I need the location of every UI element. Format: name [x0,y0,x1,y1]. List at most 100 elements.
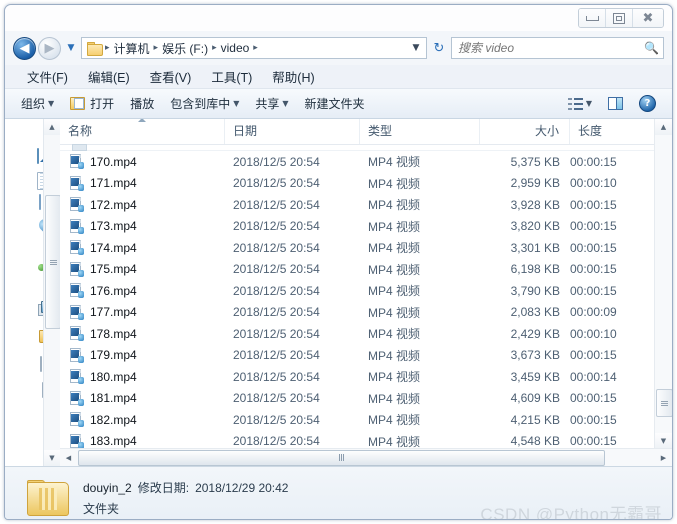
history-dropdown-button[interactable]: ▼ [65,43,77,53]
disk-drive-icon[interactable] [40,356,42,372]
table-row[interactable]: 180.mp4 2018/12/5 20:54 MP4 视频 3,459 KB 00:0… [60,366,672,388]
play-button[interactable]: 播放 [122,92,162,115]
close-button[interactable]: ✖ [633,9,663,27]
file-size-cell: 3,459 KB [510,369,560,384]
file-name-cell[interactable]: 177.mp4 [60,304,225,320]
navigation-bar: ◀ ▶ ▼ ▸ 计算机 ▸ 娱乐 (F:) ▸ video ▸ ▼ ↻ 🔍 [5,31,672,65]
share-button[interactable]: 共享 ▼ [247,92,296,115]
column-header-size[interactable]: 大小 [480,119,570,144]
navigation-pane[interactable]: ▲ ▼ [5,119,60,466]
file-type-cell: MP4 视频 [368,391,421,406]
address-bar[interactable]: ▸ 计算机 ▸ 娱乐 (F:) ▸ video ▸ ▼ [81,37,427,59]
search-input[interactable] [456,40,645,56]
table-row[interactable]: 173.mp4 2018/12/5 20:54 MP4 视频 3,820 KB 00:0… [60,216,672,238]
breadcrumb-item-computer[interactable]: 计算机 [111,40,153,57]
table-row[interactable]: 179.mp4 2018/12/5 20:54 MP4 视频 3,673 KB 00:0… [60,345,672,367]
table-row[interactable]: 183.mp4 2018/12/5 20:54 MP4 视频 4,548 KB 00:0… [60,431,672,450]
breadcrumb-item-video[interactable]: video [218,41,253,55]
mp4-file-icon [70,240,84,256]
file-name-cell[interactable]: 179.mp4 [60,347,225,363]
address-dropdown-button[interactable]: ▼ [408,43,424,53]
column-header-length[interactable]: 长度 [570,119,645,144]
change-view-button[interactable]: ▼ [560,95,600,113]
mp4-file-icon [70,154,84,170]
file-rows-container[interactable]: 170.mp4 2018/12/5 20:54 MP4 视频 5,375 KB 00:0… [60,144,672,449]
file-name-cell[interactable]: 178.mp4 [60,326,225,342]
navpane-vertical-scrollbar[interactable]: ▲ ▼ [43,119,60,466]
list-scroll-left-button[interactable]: ◀ [60,449,77,466]
list-vertical-scrollbar[interactable]: ▲ ▼ [654,119,672,449]
table-row[interactable]: 182.mp4 2018/12/5 20:54 MP4 视频 4,215 KB 00:0… [60,409,672,431]
include-in-library-button[interactable]: 包含到库中 ▼ [162,92,247,115]
menu-item-edit[interactable]: 编辑(E) [78,65,140,88]
table-row[interactable]: 172.mp4 2018/12/5 20:54 MP4 视频 3,928 KB 00:0… [60,194,672,216]
open-folder-icon [70,97,86,110]
column-header-row: 名称 日期 类型 大小 长度 [60,119,672,145]
file-name-cell[interactable]: 175.mp4 [60,261,225,277]
preview-pane-icon [608,97,623,110]
table-row[interactable]: 174.mp4 2018/12/5 20:54 MP4 视频 3,301 KB 00:0… [60,237,672,259]
navpane-scroll-down-button[interactable]: ▼ [44,450,60,466]
pictures-icon[interactable] [37,148,39,164]
file-size-cell: 3,301 KB [510,240,560,255]
column-header-name[interactable]: 名称 [60,119,225,144]
maximize-button[interactable] [606,9,633,27]
help-button[interactable]: ? [631,92,664,115]
file-date-cell: 2018/12/5 20:54 [233,391,320,406]
file-name-cell[interactable]: 183.mp4 [60,433,225,449]
close-icon: ✖ [642,10,654,26]
window-icon[interactable] [39,194,41,210]
file-type-cell: MP4 视频 [368,305,421,320]
file-name-cell[interactable]: 172.mp4 [60,197,225,213]
list-scroll-up-button[interactable]: ▲ [655,119,672,135]
minimize-button[interactable] [579,9,606,27]
menu-item-help[interactable]: 帮助(H) [262,65,324,88]
explorer-window: ✖ ◀ ▶ ▼ ▸ 计算机 ▸ 娱乐 (F:) ▸ video ▸ ▼ ↻ 搜索… [4,4,673,520]
navpane-scroll-up-button[interactable]: ▲ [44,119,60,135]
column-header-date-label: 日期 [233,124,258,138]
menu-item-view[interactable]: 查看(V) [140,65,202,88]
search-box[interactable]: 🔍 [451,37,664,59]
table-row[interactable]: 176.mp4 2018/12/5 20:54 MP4 视频 3,790 KB 00:0… [60,280,672,302]
file-name-cell[interactable]: 180.mp4 [60,369,225,385]
menu-item-file[interactable]: 文件(F) [17,65,78,88]
open-button[interactable]: 打开 [62,92,122,115]
breadcrumb-item-drive[interactable]: 娱乐 (F:) [159,40,211,57]
list-scroll-down-button[interactable]: ▼ [655,433,672,449]
file-name-cell[interactable]: 182.mp4 [60,412,225,428]
list-scroll-right-button[interactable]: ▶ [655,449,672,466]
table-row[interactable]: 170.mp4 2018/12/5 20:54 MP4 视频 5,375 KB 00:0… [60,151,672,173]
back-button[interactable]: ◀ [13,36,36,60]
list-scroll-thumb[interactable] [656,389,672,417]
file-name-cell[interactable]: 181.mp4 [60,390,225,406]
file-name-cell[interactable]: 171.mp4 [60,175,225,191]
file-name-cell[interactable]: 170.mp4 [60,154,225,170]
file-name-cell[interactable]: 173.mp4 [60,218,225,234]
mp4-file-icon [70,347,84,363]
table-row[interactable]: 178.mp4 2018/12/5 20:54 MP4 视频 2,429 KB 00:0… [60,323,672,345]
minimize-icon [585,15,599,21]
details-modified-label: 修改日期: [137,480,190,495]
forward-button[interactable]: ▶ [38,36,61,60]
file-size-cell: 3,790 KB [510,283,560,298]
list-horizontal-scrollbar[interactable]: ◀ ▶ [60,448,672,466]
list-hscroll-thumb[interactable] [78,449,605,466]
column-header-type[interactable]: 类型 [360,119,480,144]
column-header-date[interactable]: 日期 [225,119,360,144]
preview-pane-button[interactable] [600,94,631,113]
table-row[interactable]: 177.mp4 2018/12/5 20:54 MP4 视频 2,083 KB 00:0… [60,302,672,324]
table-row[interactable]: 175.mp4 2018/12/5 20:54 MP4 视频 6,198 KB 00:0… [60,259,672,281]
file-size-cell: 4,609 KB [510,391,560,406]
navpane-scroll-thumb[interactable] [45,195,60,329]
organize-button[interactable]: 组织 ▼ [13,92,62,115]
menu-item-tools[interactable]: 工具(T) [201,65,262,88]
new-folder-button[interactable]: 新建文件夹 [297,92,373,115]
table-row[interactable]: 181.mp4 2018/12/5 20:54 MP4 视频 4,609 KB 00:0… [60,388,672,410]
file-name-cell[interactable]: 176.mp4 [60,283,225,299]
help-icon: ? [639,95,656,112]
file-name-cell[interactable]: 174.mp4 [60,240,225,256]
table-row[interactable]: 171.mp4 2018/12/5 20:54 MP4 视频 2,959 KB 00:0… [60,173,672,195]
file-size-cell: 4,548 KB [510,434,560,449]
refresh-button[interactable]: ↻ [427,36,451,60]
file-length-cell: 00:00:15 [570,391,617,406]
